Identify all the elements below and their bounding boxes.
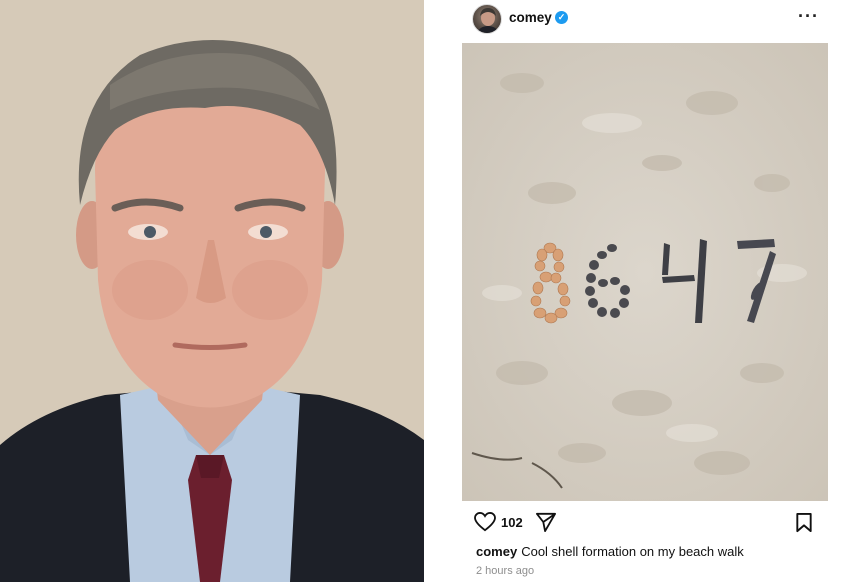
caption-username[interactable]: comey: [476, 544, 517, 559]
instagram-post: comey ✓ ··· 102 comey Cool shell formati…: [424, 0, 852, 582]
video-frame: [0, 0, 424, 582]
heart-icon[interactable]: [474, 512, 496, 532]
post-actions: 102: [424, 508, 852, 536]
more-horizontal-icon[interactable]: ···: [798, 6, 819, 27]
verified-badge-icon: ✓: [555, 11, 568, 24]
caption-text: Cool shell formation on my beach walk: [521, 544, 744, 559]
like-count[interactable]: 102: [501, 515, 523, 530]
bookmark-icon[interactable]: [795, 512, 813, 533]
portrait-image: [0, 0, 424, 582]
post-header: comey ✓ ···: [424, 0, 852, 40]
post-photo[interactable]: [462, 43, 828, 501]
post-caption: comey Cool shell formation on my beach wa…: [476, 544, 744, 559]
avatar[interactable]: [472, 4, 502, 34]
share-icon[interactable]: [535, 512, 557, 532]
avatar-image: [476, 8, 500, 33]
post-timestamp: 2 hours ago: [476, 565, 535, 577]
username[interactable]: comey: [509, 10, 552, 25]
beach-sand-image: [462, 43, 828, 501]
